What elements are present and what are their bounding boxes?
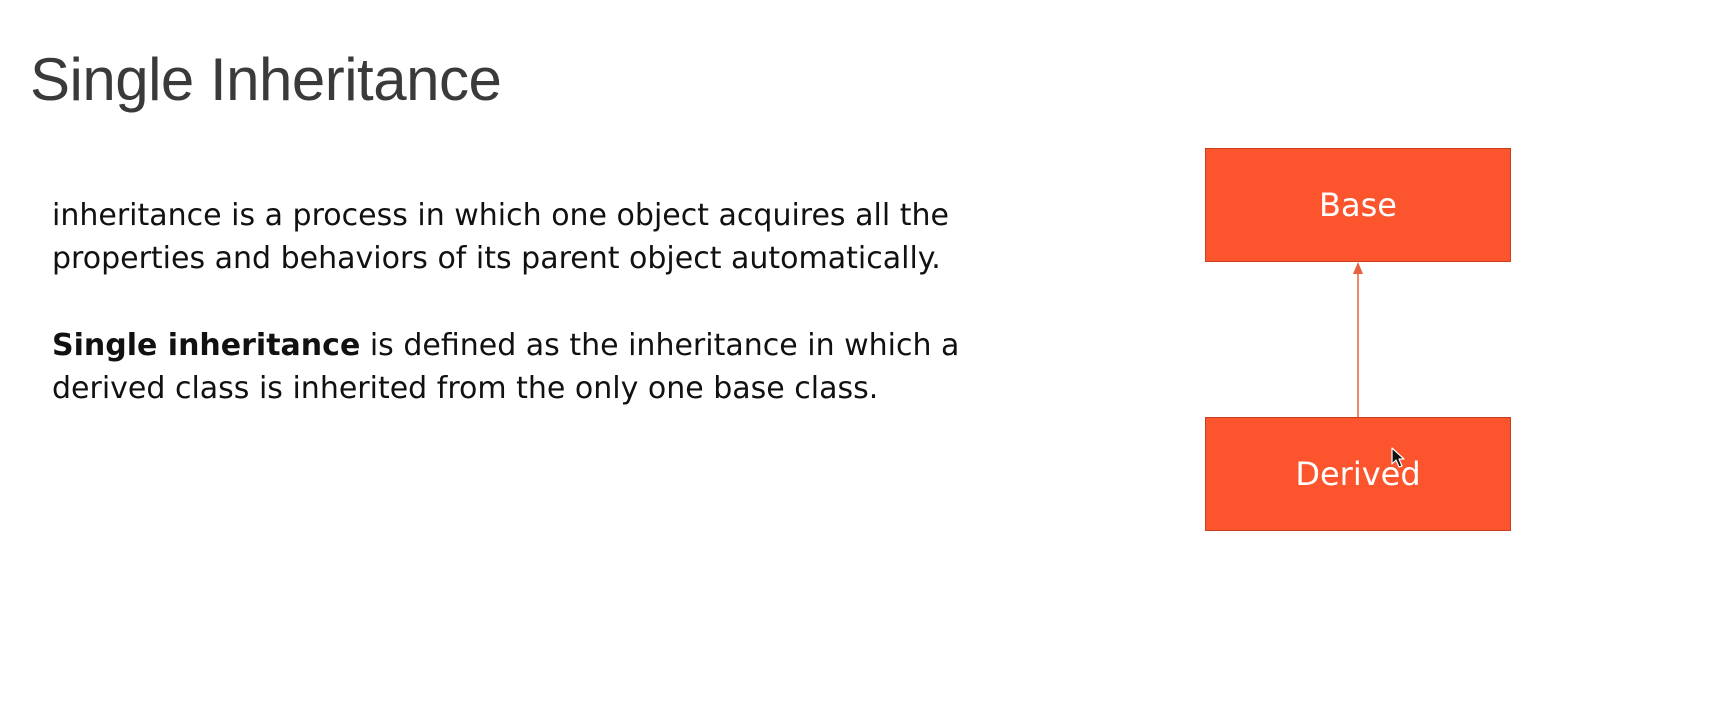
mouse-pointer-icon xyxy=(1391,447,1405,468)
base-class-label: Base xyxy=(1319,186,1397,224)
slide-title: Single Inheritance xyxy=(30,46,502,113)
derived-class-box: Derived xyxy=(1205,417,1511,531)
inheritance-definition: inheritance is a process in which one ob… xyxy=(52,198,949,276)
presentation-slide: Single Inheritance inheritance is a proc… xyxy=(0,0,1732,710)
single-inheritance-definition: Single inheritance is defined as the inh… xyxy=(52,324,1062,410)
base-class-box: Base xyxy=(1205,148,1511,262)
single-inheritance-term: Single inheritance xyxy=(52,328,361,363)
inheritance-arrow-head xyxy=(1353,262,1363,274)
